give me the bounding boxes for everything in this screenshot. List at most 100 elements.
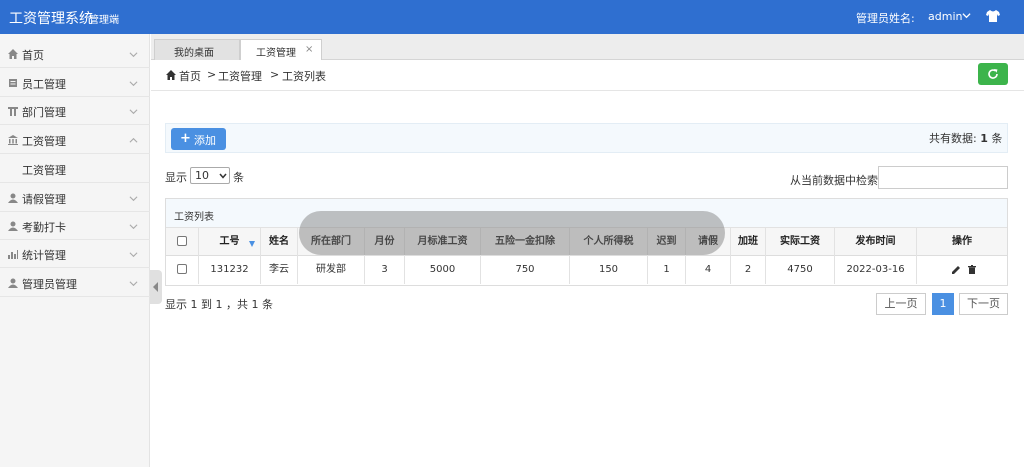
column-label: 工号 xyxy=(219,236,240,247)
add-button-label: 添加 xyxy=(194,134,216,147)
sidebar-item-statistics[interactable]: 统计管理 xyxy=(0,240,150,268)
sidebar-collapse-handle[interactable] xyxy=(150,270,162,304)
cell-actual-salary: 4750 xyxy=(766,256,835,284)
sidebar-item-employees[interactable]: 员工管理 xyxy=(0,69,150,97)
prev-page-button[interactable]: 上一页 xyxy=(876,293,926,315)
refresh-button[interactable] xyxy=(978,63,1008,85)
sidebar-item-departments[interactable]: 部门管理 xyxy=(0,97,150,125)
top-header: 工资管理系统 管理端 管理员姓名: admin xyxy=(0,0,1024,34)
cell-income-tax: 150 xyxy=(570,256,648,284)
tab-desktop[interactable]: 我的桌面 xyxy=(154,39,240,60)
admin-icon xyxy=(8,278,18,288)
cell-name: 李云 xyxy=(261,256,298,284)
chevron-down-icon xyxy=(129,52,138,58)
admin-label: 管理员姓名: xyxy=(856,12,915,25)
page-size-value: 10 xyxy=(195,169,209,182)
row-checkbox-cell xyxy=(166,256,199,284)
close-icon[interactable]: × xyxy=(305,44,313,55)
cell-publish-time: 2022-03-16 xyxy=(835,256,917,284)
column-header-publish-time[interactable]: 发布时间 xyxy=(835,228,917,256)
add-button[interactable]: + 添加 xyxy=(171,128,226,150)
refresh-icon xyxy=(988,69,998,79)
row-checkbox[interactable] xyxy=(177,264,187,274)
chevron-down-icon xyxy=(219,173,227,179)
column-label: 发布时间 xyxy=(855,236,896,247)
column-header-id[interactable]: 工号 xyxy=(199,228,261,256)
toolbar xyxy=(165,123,1008,153)
sidebar-item-label: 员工管理 xyxy=(22,78,66,91)
cell-id: 131232 xyxy=(199,256,261,284)
chevron-down-icon[interactable] xyxy=(962,11,971,20)
sidebar-item-label: 统计管理 xyxy=(22,249,66,262)
cell-actions xyxy=(917,256,1007,284)
sidebar-subitem-salary-list[interactable]: 工资管理 xyxy=(0,155,150,183)
sidebar-item-label: 请假管理 xyxy=(22,193,66,206)
employee-icon xyxy=(9,79,17,87)
cell-late: 1 xyxy=(648,256,686,284)
pagination-summary: 显示 1 到 1 ，共 1 条 xyxy=(165,298,273,311)
column-header-actions[interactable]: 操作 xyxy=(917,228,1007,256)
watermark-overlay xyxy=(299,211,725,255)
search-label: 从当前数据中检索: xyxy=(790,174,882,187)
divider xyxy=(151,90,1024,91)
column-label: 操作 xyxy=(952,236,972,247)
admin-name-dropdown[interactable]: admin xyxy=(928,10,962,23)
breadcrumb-level2: 工资列表 xyxy=(282,70,326,83)
attendance-icon xyxy=(8,221,18,231)
cell-insurance-deduction: 750 xyxy=(481,256,570,284)
app-subtitle: 管理端 xyxy=(89,15,119,26)
sidebar-item-salary[interactable]: 工资管理 xyxy=(0,126,150,154)
breadcrumb-separator: > xyxy=(270,68,280,81)
sidebar-item-attendance[interactable]: 考勤打卡 xyxy=(0,212,150,240)
select-all-checkbox[interactable] xyxy=(177,236,187,246)
tab-salary[interactable]: 工资管理 × xyxy=(240,39,322,60)
table-row: 131232 李云 研发部 3 5000 750 150 1 4 2 4750 … xyxy=(166,256,1007,285)
cell-department: 研发部 xyxy=(298,256,365,284)
sidebar-item-home[interactable]: 首页 xyxy=(0,40,150,68)
home-icon xyxy=(166,70,176,80)
chevron-down-icon xyxy=(129,252,138,258)
cell-base-salary: 5000 xyxy=(405,256,481,284)
breadcrumb-level1[interactable]: 工资管理 xyxy=(218,68,262,84)
sidebar-item-label: 首页 xyxy=(22,49,44,62)
sidebar-item-label: 管理员管理 xyxy=(22,278,77,291)
salary-icon xyxy=(8,135,18,145)
next-page-button[interactable]: 下一页 xyxy=(959,293,1008,315)
chevron-down-icon xyxy=(129,196,138,202)
sidebar-item-leave[interactable]: 请假管理 xyxy=(0,184,150,212)
chevron-up-icon xyxy=(129,137,138,143)
tab-label: 工资管理 xyxy=(256,48,296,59)
total-number: 1 xyxy=(980,132,988,145)
column-label: 实际工资 xyxy=(780,236,820,247)
header-checkbox-cell xyxy=(166,228,199,256)
chevron-down-icon xyxy=(129,81,138,87)
sidebar-item-label: 部门管理 xyxy=(22,106,66,119)
search-input[interactable] xyxy=(878,166,1008,189)
page-1-button[interactable]: 1 xyxy=(932,293,954,315)
page-size-select[interactable]: 10 xyxy=(190,167,230,184)
cell-leave: 4 xyxy=(686,256,731,284)
trash-icon[interactable] xyxy=(968,265,976,274)
page-size-unit: 条 xyxy=(233,171,244,184)
breadcrumb-home[interactable]: 首页 xyxy=(179,68,201,84)
total-prefix: 共有数据: xyxy=(929,132,977,145)
column-header-overtime[interactable]: 加班 xyxy=(731,228,766,256)
leave-icon xyxy=(8,193,18,203)
column-label: 加班 xyxy=(738,236,758,247)
table-caption-text: 工资列表 xyxy=(174,212,214,223)
department-icon xyxy=(8,107,18,116)
chevron-down-icon xyxy=(129,224,138,230)
sort-desc-icon xyxy=(249,241,255,247)
sidebar-item-label: 考勤打卡 xyxy=(22,221,66,234)
column-header-name[interactable]: 姓名 xyxy=(261,228,298,256)
sidebar: 首页 员工管理 部门管理 工资管理 工资管理 请假管理 考勤打卡 统计管理 管理… xyxy=(0,34,150,467)
tab-bar: 我的桌面 工资管理 × xyxy=(151,34,1024,60)
cell-month: 3 xyxy=(365,256,405,284)
chevron-left-icon xyxy=(153,282,158,292)
sidebar-item-label: 工资管理 xyxy=(22,135,66,148)
sidebar-item-admins[interactable]: 管理员管理 xyxy=(0,269,150,297)
column-header-actual-salary[interactable]: 实际工资 xyxy=(766,228,835,256)
breadcrumb-separator: > xyxy=(207,68,217,81)
shirt-icon[interactable] xyxy=(986,10,1000,22)
edit-icon[interactable] xyxy=(952,265,961,274)
